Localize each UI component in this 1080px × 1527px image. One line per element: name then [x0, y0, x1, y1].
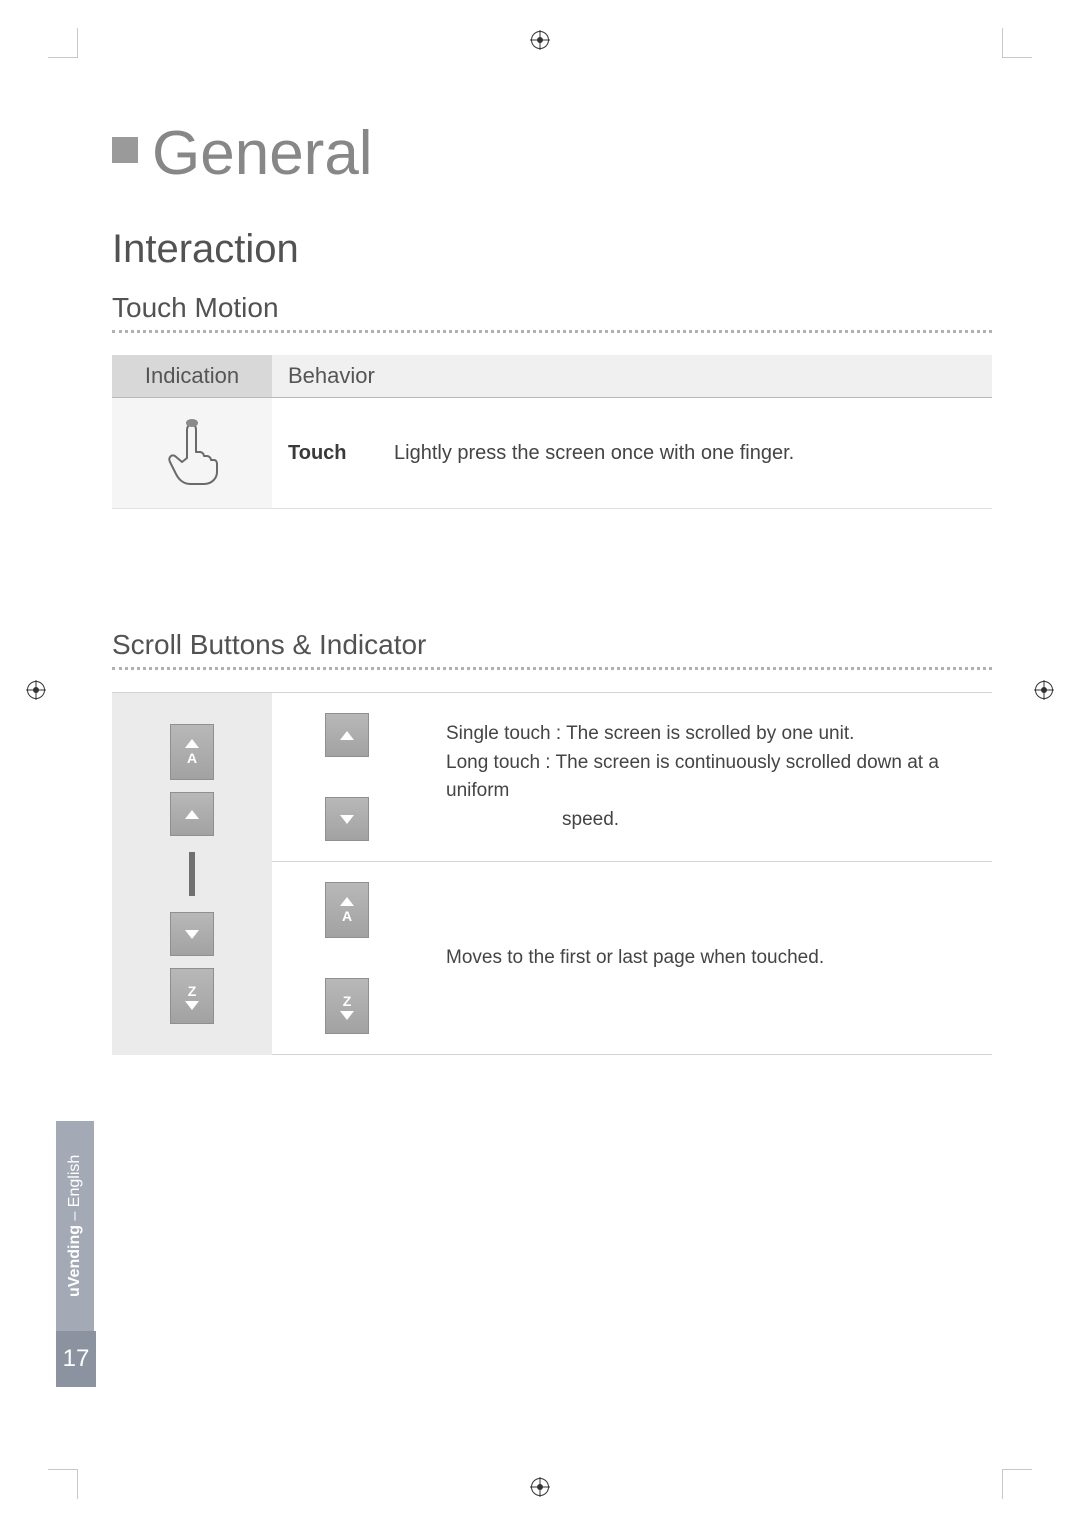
scroll-up-button-a-icon: A — [170, 724, 214, 780]
crop-mark-icon — [48, 28, 78, 58]
indication-header: Indication — [112, 355, 272, 398]
behavior-description: Lightly press the screen once with one f… — [394, 442, 794, 465]
touch-motion-table: Indication Behavior Touch Lightly press … — [112, 355, 992, 509]
side-tab-label: uVending – English — [56, 1121, 94, 1331]
registration-mark-bottom-icon — [530, 1477, 550, 1497]
scroll-icon-column — [272, 693, 422, 862]
chapter-bullet-icon — [112, 137, 138, 163]
scroll-down-icon — [325, 797, 369, 841]
page-number: 17 — [56, 1331, 96, 1387]
touch-motion-heading: Touch Motion — [112, 292, 992, 333]
scroll-description-cell: Moves to the first or last page when tou… — [422, 862, 992, 1055]
touch-indication-cell — [112, 398, 272, 508]
long-touch-label: Long touch : — [446, 752, 551, 773]
registration-mark-right-icon — [1034, 680, 1054, 700]
scroll-top-a-icon: A — [325, 882, 369, 938]
behavior-header: Behavior — [272, 355, 992, 398]
touch-behavior-cell: Touch Lightly press the screen once with… — [272, 426, 992, 481]
page-content: General Interaction Touch Motion Indicat… — [112, 118, 992, 1055]
behavior-name: Touch — [288, 442, 358, 465]
jump-desc: Moves to the first or last page when tou… — [446, 944, 968, 973]
scroll-down-button-icon — [170, 912, 214, 956]
crop-mark-icon — [1002, 1469, 1032, 1499]
crop-mark-icon — [1002, 28, 1032, 58]
scroll-bottom-z-icon: Z — [325, 978, 369, 1034]
single-touch-label: Single touch : — [446, 723, 561, 744]
scroll-section-heading: Scroll Buttons & Indicator — [112, 629, 992, 670]
scroll-down-button-z-icon: Z — [170, 968, 214, 1024]
scroll-table: A Z Single touch : The screen is scrolle… — [112, 692, 992, 1055]
side-tab: uVending – English 17 — [56, 1121, 96, 1387]
section-title: Interaction — [112, 227, 992, 272]
scroll-up-button-icon — [170, 792, 214, 836]
table-header-row: Indication Behavior — [112, 355, 992, 398]
single-touch-desc: The screen is scrolled by one unit. — [566, 723, 854, 744]
chapter-title: General — [152, 118, 373, 189]
chapter-heading: General — [112, 118, 992, 189]
scrollbar-track-icon — [189, 852, 195, 896]
scroll-icon-column: A Z — [272, 862, 422, 1055]
scroll-row-group: A Z Single touch : The screen is scrolle… — [112, 693, 992, 1055]
scroll-description-cell: Single touch : The screen is scrolled by… — [422, 693, 992, 862]
registration-mark-left-icon — [26, 680, 46, 700]
scroll-indicator-column: A Z — [112, 693, 272, 1055]
registration-mark-top-icon — [530, 30, 550, 50]
table-row: Touch Lightly press the screen once with… — [112, 398, 992, 509]
scroll-up-icon — [325, 713, 369, 757]
long-touch-desc2: speed. — [446, 806, 968, 835]
crop-mark-icon — [48, 1469, 78, 1499]
touch-hand-icon — [162, 418, 222, 488]
